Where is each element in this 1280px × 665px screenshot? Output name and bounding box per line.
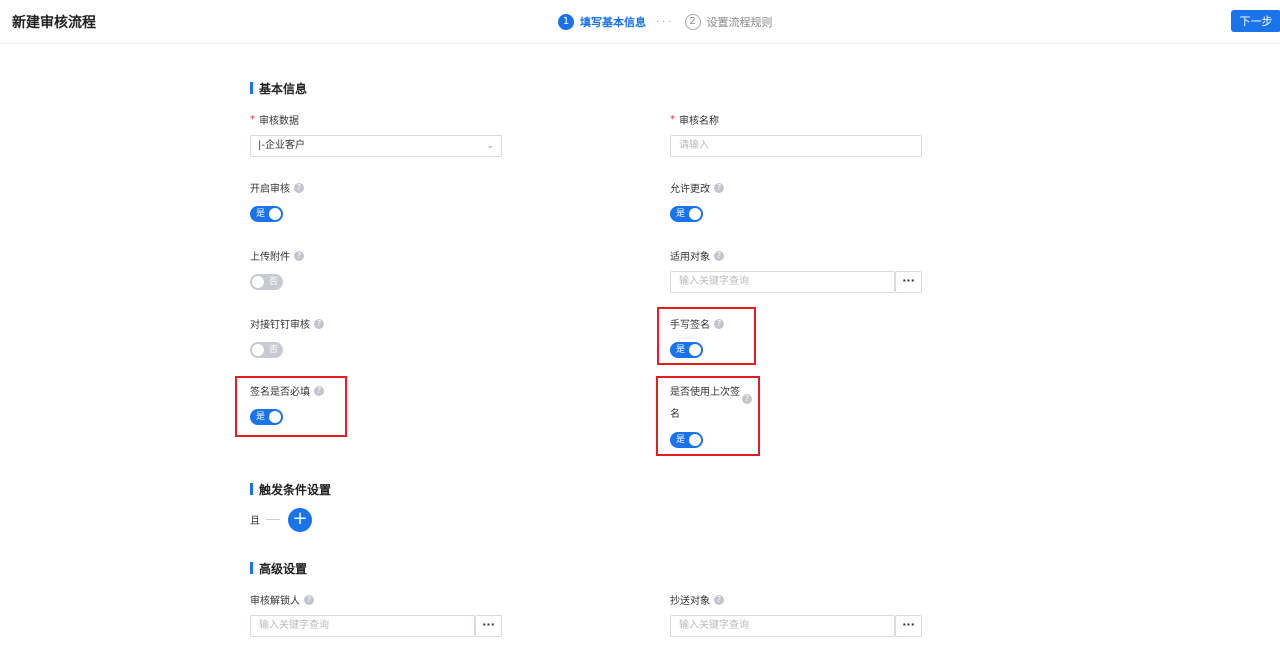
required-mark: * (250, 114, 255, 125)
highlight-box-sign-required (235, 376, 347, 437)
step-2-number: 2 (684, 14, 701, 30)
unlock-person-input[interactable]: 输入关键字查询 (250, 615, 475, 637)
condition-connector (266, 519, 280, 520)
cc-target-label: 抄送对象? (670, 592, 724, 607)
cc-target-input[interactable]: 输入关键字查询 (670, 615, 895, 637)
allow-change-label: 允许更改? (670, 180, 724, 195)
page-header: 新建审核流程 1 填写基本信息 ··· 2 设置流程规则 下一步 (0, 0, 1280, 44)
add-condition-button[interactable]: + (288, 508, 312, 532)
step-2-label: 设置流程规则 (706, 16, 773, 29)
chevron-down-icon: ⌄ (486, 141, 494, 151)
target-object-more-button[interactable]: ··· (895, 271, 922, 293)
target-object-input[interactable]: 输入关键字查询 (670, 271, 895, 293)
target-object-label: 适用对象? (670, 248, 724, 263)
help-icon: ? (714, 182, 724, 193)
section-advanced: 高级设置 (250, 560, 307, 577)
help-icon: ? (304, 594, 314, 605)
highlight-box-use-last (656, 376, 760, 456)
step-separator: ··· (656, 16, 675, 28)
next-step-button[interactable]: 下一步 (1231, 10, 1280, 32)
help-icon: ? (314, 318, 324, 329)
allow-change-toggle[interactable]: 是 (670, 206, 703, 222)
condition-and-label: 且 (250, 516, 260, 527)
step-1-number: 1 (558, 14, 574, 30)
help-icon: ? (714, 250, 724, 261)
section-trigger: 触发条件设置 (250, 481, 331, 498)
audit-data-label: * 审核数据 (250, 114, 299, 127)
highlight-box-handwrite (657, 307, 756, 365)
enable-audit-label: 开启审核? (250, 180, 304, 195)
help-icon: ? (294, 250, 304, 261)
help-icon: ? (294, 182, 304, 193)
audit-name-input[interactable]: 请输入 (670, 135, 922, 157)
unlock-person-label: 审核解锁人? (250, 592, 314, 607)
step-indicator: 1 填写基本信息 ··· 2 设置流程规则 (558, 13, 773, 31)
section-basic-info: 基本信息 (250, 80, 307, 97)
upload-attachment-label: 上传附件? (250, 248, 304, 263)
dingding-audit-toggle[interactable]: 否 (250, 342, 283, 358)
page-title: 新建审核流程 (12, 15, 96, 31)
required-mark: * (670, 114, 675, 125)
unlock-person-more-button[interactable]: ··· (475, 615, 502, 637)
enable-audit-toggle[interactable]: 是 (250, 206, 283, 222)
cc-target-more-button[interactable]: ··· (895, 615, 922, 637)
help-icon: ? (714, 594, 724, 605)
dingding-audit-label: 对接钉钉审核? (250, 316, 324, 331)
audit-name-label: * 审核名称 (670, 114, 719, 127)
step-1-label: 填写基本信息 (580, 16, 646, 29)
upload-attachment-toggle[interactable]: 否 (250, 274, 283, 290)
audit-data-select[interactable]: |-企业客户 ⌄ (250, 135, 502, 157)
